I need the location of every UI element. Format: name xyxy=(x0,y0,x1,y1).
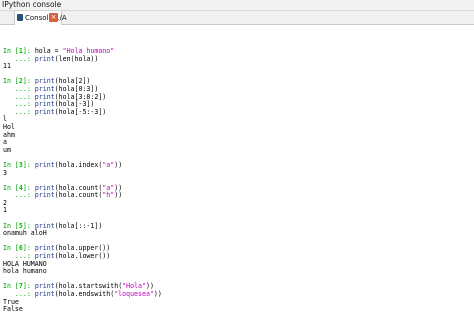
window-titlebar: IPython console xyxy=(0,0,474,11)
output-line: onamuh aloH xyxy=(3,229,47,238)
output-line: Hol xyxy=(3,122,15,131)
tab-bar: Console 1/A × xyxy=(0,11,474,25)
code-token: (hola.count( xyxy=(54,191,103,200)
code-token: print xyxy=(34,160,55,169)
output-line: um xyxy=(3,145,11,154)
code-token: print xyxy=(34,107,55,116)
code-token: print xyxy=(34,54,55,63)
continuation-prompt: ...: xyxy=(14,252,31,261)
continuation-prompt: ...: xyxy=(14,107,31,116)
output-line: ahm xyxy=(3,130,15,139)
output-line: False xyxy=(3,305,23,314)
continuation-prompt: ...: xyxy=(14,54,31,63)
input-prompt: In [3]: xyxy=(3,160,31,169)
code-token: (hola[-5:-3]) xyxy=(54,107,107,116)
code-token: (hola.endswith( xyxy=(54,290,115,298)
code-token: )) xyxy=(114,160,123,169)
tab-label: Console 1/A xyxy=(25,14,67,22)
console-output-area[interactable]: In [1]: hola = "Hola humano" ...: print(… xyxy=(0,26,474,334)
output-line: l xyxy=(3,115,7,124)
console-icon xyxy=(17,14,23,21)
code-token: (hola.lower()) xyxy=(54,252,111,261)
code-token: print xyxy=(34,252,55,261)
output-line: hola humano xyxy=(3,267,47,276)
code-token: "h" xyxy=(102,191,115,200)
code-token: )) xyxy=(114,191,123,200)
output-line: 2 xyxy=(3,198,7,207)
input-line: ...: print(hola.count("h")) xyxy=(3,191,162,200)
tab-console-1a[interactable]: Console 1/A × xyxy=(14,11,67,25)
input-line: In [3]: print(hola.index("a")) xyxy=(3,160,162,170)
code-token: print xyxy=(34,191,55,200)
output-line: a xyxy=(3,138,7,147)
output-line: 1 xyxy=(3,206,7,215)
close-icon[interactable]: × xyxy=(49,13,58,22)
code-token: "a" xyxy=(102,160,115,169)
continuation-prompt: ...: xyxy=(14,191,31,200)
continuation-prompt: ...: xyxy=(14,290,31,298)
code-token: (hola[::-1]) xyxy=(54,221,103,230)
code-token: "loquesea" xyxy=(114,290,154,298)
code-token: )) xyxy=(153,290,162,298)
output-line: 3 xyxy=(3,168,7,177)
code-token: (hola.index( xyxy=(54,160,103,169)
code-token: (len(hola)) xyxy=(54,54,99,63)
output-line: True xyxy=(3,297,19,306)
input-line: ...: print(len(hola)) xyxy=(3,54,162,64)
output-line: 11 xyxy=(3,62,11,71)
input-line: ...: print(hola[-5:-3]) xyxy=(3,107,162,117)
input-line: ...: print(hola.endswith("loquesea")) xyxy=(3,290,162,299)
console-lines: In [1]: hola = "Hola humano" ...: print(… xyxy=(3,47,162,314)
window-title: IPython console xyxy=(2,0,62,9)
code-token: print xyxy=(34,290,55,298)
